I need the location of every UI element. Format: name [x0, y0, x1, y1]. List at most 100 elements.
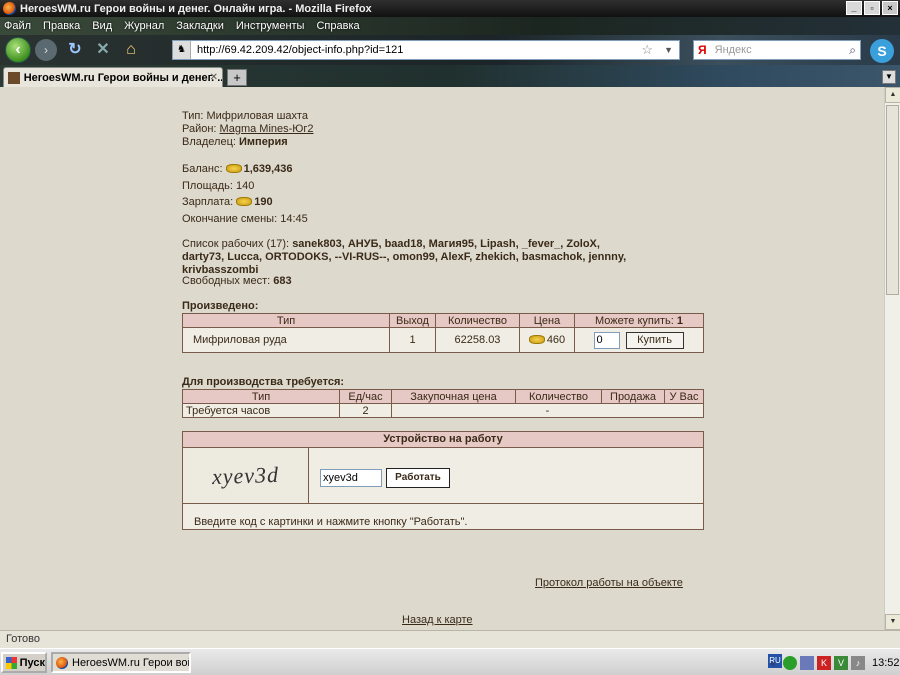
tray-messenger-icon[interactable]: V — [834, 655, 848, 670]
tray-app-icon[interactable] — [800, 655, 814, 670]
req-col-purchase-price: Закупочная цена — [391, 389, 516, 404]
tray-network-icon[interactable] — [783, 655, 797, 670]
menu-help[interactable]: Справка — [316, 20, 359, 32]
maximize-button[interactable]: ▫ — [864, 1, 880, 15]
table-row: Требуется часов 2 - — [182, 403, 704, 418]
req-col-sale: Продажа — [601, 389, 665, 404]
gold-icon — [236, 197, 253, 206]
captcha-hint: Введите код с картинки и нажмите кнопку … — [194, 516, 468, 528]
req-per-hour: 2 — [339, 403, 392, 418]
status-text: Готово — [6, 633, 40, 645]
tab-heroeswm[interactable]: HeroesWM.ru Герои войны и денег. ... ✕ — [3, 67, 223, 87]
scroll-thumb[interactable] — [886, 105, 899, 295]
buy-button[interactable]: Купить — [625, 331, 684, 349]
area-line: Площадь: 140 — [182, 180, 255, 192]
search-placeholder[interactable]: Яндекс — [715, 44, 752, 56]
col-output: Выход — [389, 313, 436, 328]
scroll-up-icon[interactable]: ▲ — [885, 87, 900, 103]
window-title: HeroesWM.ru Герои войны и денег. Онлайн … — [20, 2, 372, 15]
required-heading: Для производства требуется: — [182, 376, 345, 388]
scroll-down-icon[interactable]: ▼ — [885, 614, 900, 630]
minimize-button[interactable]: _ — [846, 1, 862, 15]
required-table: Тип Ед/час Закупочная цена Количество Пр… — [182, 389, 704, 418]
tab-list-icon[interactable]: ▼ — [882, 70, 896, 84]
start-button[interactable]: Пуск — [1, 652, 47, 673]
buy-quantity-input[interactable] — [594, 331, 621, 349]
col-price: Цена — [519, 313, 575, 328]
search-bar[interactable]: Я Яндекс ⌕ — [693, 40, 861, 60]
produced-heading: Произведено: — [182, 300, 259, 312]
menu-file[interactable]: Файл — [4, 20, 31, 32]
owner-line: Владелец: Империя — [182, 136, 288, 148]
balance-line: Баланс: 1,639,436 — [182, 163, 293, 175]
req-col-type: Тип — [182, 389, 340, 404]
gold-icon — [528, 335, 545, 344]
menu-bookmarks[interactable]: Закладки — [176, 20, 224, 32]
workers-list-1[interactable]: sanek803, АНУБ, baad18, Магия95, Lipash,… — [292, 238, 600, 250]
produced-quantity: 62258.03 — [435, 327, 520, 353]
back-to-map-link[interactable]: Назад к карте — [402, 614, 473, 626]
menu-history[interactable]: Журнал — [124, 20, 164, 32]
close-button[interactable]: × — [882, 1, 898, 15]
captcha-code-input[interactable] — [320, 469, 382, 487]
salary-value: 190 — [254, 196, 273, 208]
object-type: Мифриловая шахта — [206, 110, 308, 122]
protocol-link[interactable]: Протокол работы на объекте — [535, 577, 683, 589]
system-tray: « K V ♪ 13:52 — [766, 652, 900, 673]
req-dash: - — [391, 403, 704, 418]
reload-icon[interactable]: ↻ — [65, 40, 85, 60]
can-buy-value: 1 — [676, 314, 684, 327]
new-tab-button[interactable]: + — [227, 69, 247, 86]
gold-icon — [225, 164, 242, 173]
req-col-you-have: У Вас — [664, 389, 704, 404]
back-icon[interactable]: ‹ — [5, 37, 31, 63]
menu-view[interactable]: Вид — [92, 20, 112, 32]
home-icon[interactable]: ⌂ — [121, 40, 141, 60]
job-application-box: Устройство на работу xyev3d Работать Вве… — [182, 431, 704, 530]
navigation-toolbar: ‹ › ↻ ✕ ⌂ ♞ http://69.42.209.42/object-i… — [0, 35, 900, 65]
bookmark-star-icon[interactable]: ☆ — [641, 42, 653, 58]
search-icon[interactable]: ⌕ — [849, 43, 856, 58]
balance-value: 1,639,436 — [243, 163, 293, 175]
firefox-icon — [3, 2, 16, 15]
tab-title[interactable]: HeroesWM.ru Герои войны и денег. ... — [24, 72, 222, 84]
work-button[interactable]: Работать — [386, 468, 450, 488]
req-type: Требуется часов — [182, 403, 340, 418]
district-link[interactable]: Magma Mines-Юг2 — [220, 123, 314, 135]
req-col-per-hour: Ед/час — [339, 389, 392, 404]
col-quantity: Количество — [435, 313, 520, 328]
produced-price: 460 — [546, 334, 566, 346]
tab-close-icon[interactable]: ✕ — [210, 72, 218, 83]
produced-table: Тип Выход Количество Цена Можете купить:… — [182, 313, 704, 353]
tab-favicon — [8, 71, 20, 84]
menu-bar: Файл Правка Вид Журнал Закладки Инструме… — [0, 17, 900, 35]
search-engine-icon[interactable]: Я — [698, 43, 707, 57]
forward-icon[interactable]: › — [35, 39, 57, 61]
area-value: 140 — [236, 180, 255, 192]
taskbar-item-firefox[interactable]: HeroesWM.ru Герои вой... — [51, 652, 191, 673]
produced-output: 1 — [389, 327, 436, 353]
vertical-scrollbar[interactable]: ▲ ▼ — [884, 87, 900, 630]
free-places-value: 683 — [273, 275, 292, 287]
taskbar: Пуск HeroesWM.ru Герои вой... RU « K V ♪… — [0, 648, 900, 675]
page-viewport: Тип: Мифриловая шахта Район: Magma Mines… — [0, 87, 884, 630]
free-places-line: Свободных мест: 683 — [182, 275, 292, 287]
captcha-image: xyev3d — [183, 448, 309, 503]
stop-icon[interactable]: ✕ — [93, 40, 113, 60]
produced-type: Мифриловая руда — [182, 327, 390, 353]
skype-icon[interactable]: S — [870, 39, 894, 63]
url-dropdown-icon[interactable]: ▼ — [664, 45, 673, 55]
produced-price-cell: 460 — [519, 327, 575, 353]
site-identity-icon[interactable]: ♞ — [173, 41, 191, 59]
menu-tools[interactable]: Инструменты — [236, 20, 305, 32]
tray-antivirus-icon[interactable]: K — [817, 655, 831, 670]
address-bar[interactable]: ♞ http://69.42.209.42/object-info.php?id… — [172, 40, 680, 60]
status-bar: Готово — [0, 630, 900, 648]
tray-expand-icon[interactable]: « — [766, 656, 780, 670]
menu-edit[interactable]: Правка — [43, 20, 80, 32]
tab-bar: HeroesWM.ru Герои войны и денег. ... ✕ +… — [0, 65, 900, 87]
tray-volume-icon[interactable]: ♪ — [851, 655, 865, 670]
req-col-quantity: Количество — [515, 389, 602, 404]
address-url[interactable]: http://69.42.209.42/object-info.php?id=1… — [197, 44, 403, 56]
workers-list-2[interactable]: darty73, Lucca, ORTODOKS, --VI-RUS--, om… — [182, 251, 626, 263]
